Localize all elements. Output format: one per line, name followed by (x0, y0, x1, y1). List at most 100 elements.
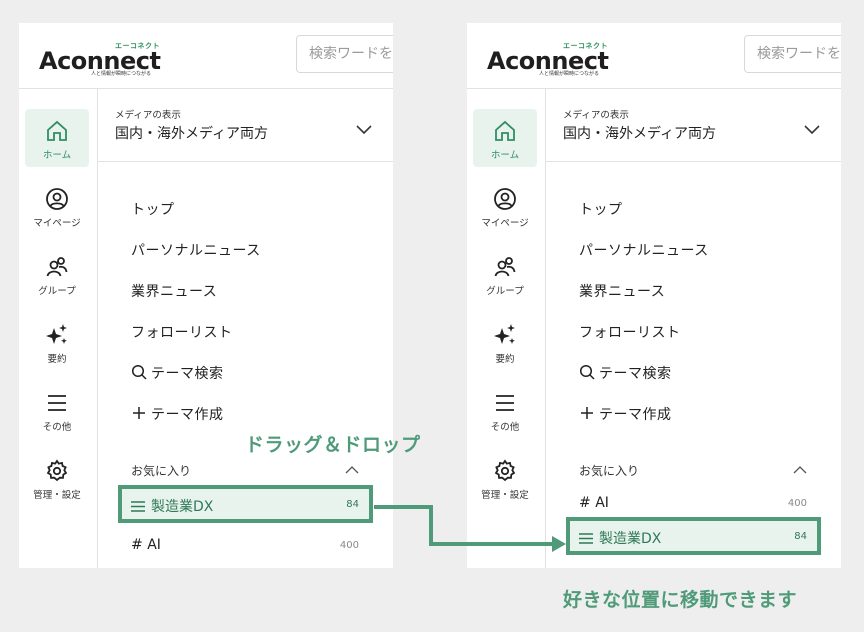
rail-label: マイページ (481, 218, 529, 229)
nav-item-theme-create[interactable]: テーマ作成 (579, 404, 672, 424)
nav-item-theme-search[interactable]: テーマ検索 (579, 363, 672, 383)
search-icon (131, 364, 147, 380)
brand-logo[interactable]: エーコネクト Aconnect 人と情報が瞬時につながる (487, 41, 627, 77)
favorite-name: 製造業DX (131, 496, 213, 516)
logo-tagline: 人と情報が瞬時につながる (539, 71, 600, 77)
gear-icon (46, 459, 68, 482)
media-display-value: 国内・海外メディア両方 (563, 126, 717, 142)
nav-item-theme-create[interactable]: テーマ作成 (131, 404, 224, 424)
drag-handle-icon[interactable] (579, 533, 593, 544)
nav-item-follow-list[interactable]: フォローリスト (131, 322, 233, 342)
chevron-down-icon (804, 125, 820, 135)
nav-item-label: テーマ検索 (151, 366, 224, 382)
search-icon (579, 364, 595, 380)
rail-item-settings[interactable]: 管理・設定 (473, 449, 537, 507)
favorite-name-text: 製造業DX (151, 499, 214, 515)
group-icon (46, 257, 68, 277)
rail-label: 要約 (47, 354, 67, 365)
favorite-name: # AI (579, 495, 609, 511)
brand-logo[interactable]: エーコネクト Aconnect 人と情報が瞬時につながる (39, 41, 179, 77)
favorite-name-text: 製造業DX (599, 531, 662, 547)
nav-item-industry-news[interactable]: 業界ニュース (579, 281, 665, 301)
nav-item-top[interactable]: トップ (579, 199, 623, 219)
plus-icon (133, 407, 145, 419)
nav-item-personal-news[interactable]: パーソナルニュース (131, 240, 261, 260)
favorites-heading: お気に入り (579, 464, 640, 478)
search-input[interactable]: 検索ワードを (296, 35, 393, 73)
nav-item-label: テーマ作成 (151, 407, 224, 423)
user-circle-icon (494, 188, 516, 210)
rail-item-settings[interactable]: 管理・設定 (25, 449, 89, 507)
plus-icon (581, 407, 593, 419)
rail-item-home[interactable]: ホーム (25, 109, 89, 167)
rail-item-group[interactable]: グループ (25, 245, 89, 303)
rail-label: 要約 (495, 354, 515, 365)
main-menu: メディアの表示 国内・海外メディア両方 トップ パーソナルニュース 業界ニュース… (98, 89, 393, 568)
rail-item-summary[interactable]: 要約 (473, 313, 537, 371)
main-menu: メディアの表示 国内・海外メディア両方 トップ パーソナルニュース 業界ニュース… (546, 89, 841, 568)
nav-item-industry-news[interactable]: 業界ニュース (131, 281, 217, 301)
app-header: エーコネクト Aconnect 人と情報が瞬時につながる 検索ワードを (467, 23, 841, 89)
nav-item-follow-list[interactable]: フォローリスト (579, 322, 681, 342)
menu-icon (496, 395, 514, 411)
rail-label: 管理・設定 (481, 490, 529, 501)
chevron-up-icon[interactable] (345, 465, 359, 474)
logo-tagline: 人と情報が瞬時につながる (91, 71, 152, 77)
side-rail: ホーム マイページ グループ 要約 その他 管理・設定 (467, 89, 546, 568)
rail-label: その他 (42, 422, 72, 433)
favorite-item[interactable]: # AI 400 (118, 527, 373, 565)
search-input[interactable]: 検索ワードを (744, 35, 841, 73)
rail-item-summary[interactable]: 要約 (25, 313, 89, 371)
gear-icon (494, 459, 516, 482)
rail-label: 管理・設定 (33, 490, 81, 501)
rail-label: その他 (490, 422, 520, 433)
favorite-count: 400 (787, 498, 807, 509)
favorites-heading: お気に入り (131, 464, 192, 478)
rail-label: ホーム (490, 150, 520, 161)
nav-item-label: テーマ検索 (599, 366, 672, 382)
favorite-name: 製造業DX (579, 528, 661, 548)
favorite-name: # AI (131, 537, 161, 553)
group-icon (494, 257, 516, 277)
move-result-caption: 好きな位置に移動できます (563, 589, 798, 611)
media-display-label: メディアの表示 (115, 110, 181, 121)
app-panel-after: エーコネクト Aconnect 人と情報が瞬時につながる 検索ワードを ホーム … (467, 23, 841, 568)
user-circle-icon (46, 188, 68, 210)
home-icon (47, 120, 67, 141)
rail-item-mypage[interactable]: マイページ (25, 177, 89, 235)
chevron-down-icon (356, 125, 372, 135)
nav-item-personal-news[interactable]: パーソナルニュース (579, 240, 709, 260)
media-display-label: メディアの表示 (563, 110, 629, 121)
media-display-value: 国内・海外メディア両方 (115, 126, 269, 142)
favorite-count: 84 (794, 531, 807, 542)
sparkle-icon (494, 324, 515, 344)
rail-label: グループ (38, 286, 76, 297)
media-display-select[interactable]: メディアの表示 国内・海外メディア両方 (98, 89, 393, 162)
rail-label: グループ (486, 286, 524, 297)
drag-handle-icon[interactable] (131, 501, 145, 512)
nav-item-theme-search[interactable]: テーマ検索 (131, 363, 224, 383)
chevron-up-icon[interactable] (793, 465, 807, 474)
app-header: エーコネクト Aconnect 人と情報が瞬時につながる 検索ワードを (19, 23, 393, 89)
rail-item-other[interactable]: その他 (473, 381, 537, 439)
rail-item-home[interactable]: ホーム (473, 109, 537, 167)
favorite-item-moved[interactable]: 製造業DX 84 (566, 517, 821, 555)
nav-item-label: テーマ作成 (599, 407, 672, 423)
drag-drop-caption: ドラッグ＆ドロップ (245, 434, 421, 456)
menu-icon (48, 395, 66, 411)
rail-label: マイページ (33, 218, 81, 229)
nav-item-top[interactable]: トップ (131, 199, 175, 219)
app-panel-before: エーコネクト Aconnect 人と情報が瞬時につながる 検索ワードを ホーム … (19, 23, 393, 568)
rail-item-other[interactable]: その他 (25, 381, 89, 439)
favorite-item-dragging[interactable]: 製造業DX 84 (118, 485, 373, 523)
media-display-select[interactable]: メディアの表示 国内・海外メディア両方 (546, 89, 841, 162)
rail-label: ホーム (42, 150, 72, 161)
favorite-name-text: AI (147, 537, 161, 553)
rail-item-group[interactable]: グループ (473, 245, 537, 303)
sparkle-icon (46, 324, 67, 344)
side-rail: ホーム マイページ グループ 要約 その他 管理・設定 (19, 89, 98, 568)
favorite-name-text: AI (595, 495, 609, 511)
favorite-count: 400 (339, 540, 359, 551)
rail-item-mypage[interactable]: マイページ (473, 177, 537, 235)
favorite-count: 84 (346, 499, 359, 510)
